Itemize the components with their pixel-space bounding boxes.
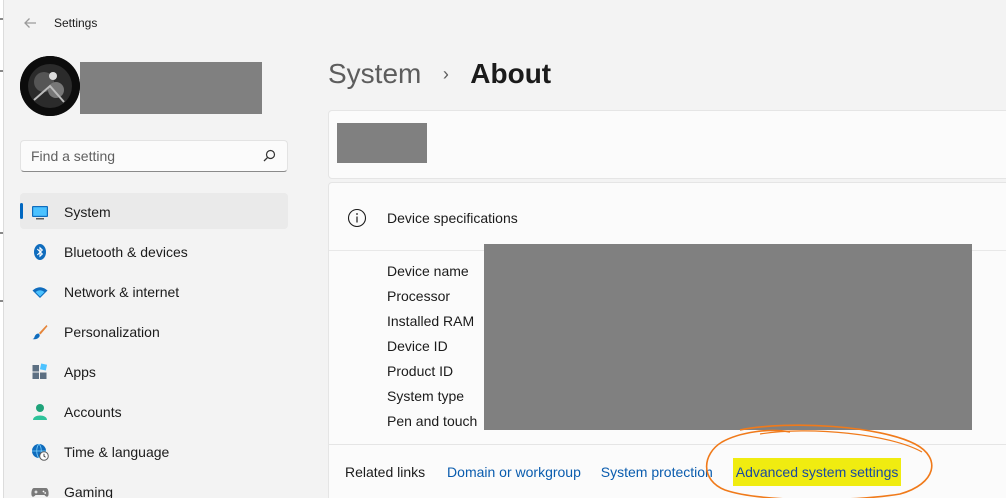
sidebar-item-apps[interactable]: Apps <box>20 353 288 389</box>
spec-label: Device ID <box>387 338 448 354</box>
sidebar-item-gaming[interactable]: Gaming <box>20 473 288 498</box>
redacted-user-name <box>80 62 262 114</box>
spec-label: Product ID <box>387 363 454 379</box>
info-icon <box>347 208 367 228</box>
sidebar-item-time-language[interactable]: Time & language <box>20 433 288 469</box>
system-monitor-icon <box>32 206 48 220</box>
sidebar-nav: System Bluetooth & devices Network & int… <box>20 193 288 498</box>
search-input[interactable] <box>31 146 251 166</box>
edge-mark <box>0 300 3 302</box>
redacted-spec-values <box>484 244 972 430</box>
sidebar-item-personalization[interactable]: Personalization <box>20 313 288 349</box>
sidebar-item-label: Gaming <box>64 484 114 498</box>
advanced-system-settings-link[interactable]: Advanced system settings <box>732 458 902 486</box>
app-title: Settings <box>54 16 98 30</box>
spec-label: Installed RAM <box>387 313 475 329</box>
page-title: About <box>470 58 552 89</box>
sidebar-item-label: Network & internet <box>64 284 180 300</box>
gamepad-icon <box>31 488 49 497</box>
sidebar-item-bluetooth[interactable]: Bluetooth & devices <box>20 233 288 269</box>
person-icon <box>33 404 47 420</box>
domain-or-workgroup-link[interactable]: Domain or workgroup <box>447 464 581 480</box>
sidebar-item-accounts[interactable]: Accounts <box>20 393 288 429</box>
edge-mark <box>0 18 3 20</box>
brush-icon <box>32 325 48 340</box>
edge-mark <box>0 232 3 234</box>
related-links-bar: Related links Domain or workgroup System… <box>345 458 917 486</box>
sidebar-item-network[interactable]: Network & internet <box>20 273 288 309</box>
search-box[interactable] <box>20 140 288 172</box>
spec-label: Device name <box>387 263 469 279</box>
selection-indicator <box>20 203 23 219</box>
globe-clock-icon <box>32 443 49 461</box>
device-name-card <box>328 110 1006 179</box>
edge-mark <box>0 70 3 72</box>
search-icon[interactable] <box>261 148 277 164</box>
avatar-image <box>20 56 80 116</box>
system-protection-link[interactable]: System protection <box>601 464 713 480</box>
device-specifications-header[interactable]: Device specifications <box>387 210 518 226</box>
related-links-title: Related links <box>345 464 426 480</box>
breadcrumb-parent-link[interactable]: System <box>328 58 421 89</box>
device-specifications-card: Device specifications Device name Proces… <box>328 182 1006 498</box>
breadcrumb: System › About <box>328 58 551 94</box>
arrow-left-icon <box>24 18 36 28</box>
chevron-right-icon: › <box>442 63 449 84</box>
sidebar-item-label: System <box>64 204 111 220</box>
sidebar-item-label: Accounts <box>64 404 122 420</box>
spec-label: System type <box>387 388 465 404</box>
sidebar-item-system[interactable]: System <box>20 193 288 229</box>
sidebar-item-label: Bluetooth & devices <box>64 244 188 260</box>
apps-icon <box>32 363 48 379</box>
spec-label: Processor <box>387 288 451 304</box>
back-button[interactable] <box>19 12 41 34</box>
background-window-edge <box>0 0 4 498</box>
wifi-icon <box>32 287 48 298</box>
redacted-device-image <box>337 123 427 163</box>
title-bar: Settings <box>5 0 1006 46</box>
bluetooth-icon <box>34 244 46 260</box>
sidebar-item-label: Apps <box>64 364 96 380</box>
spec-label-list: Device name Processor Installed RAM Devi… <box>387 263 477 438</box>
avatar[interactable] <box>20 56 80 116</box>
divider <box>329 444 1006 445</box>
sidebar-item-label: Time & language <box>64 444 170 460</box>
spec-label: Pen and touch <box>387 413 478 429</box>
sidebar-item-label: Personalization <box>64 324 160 340</box>
